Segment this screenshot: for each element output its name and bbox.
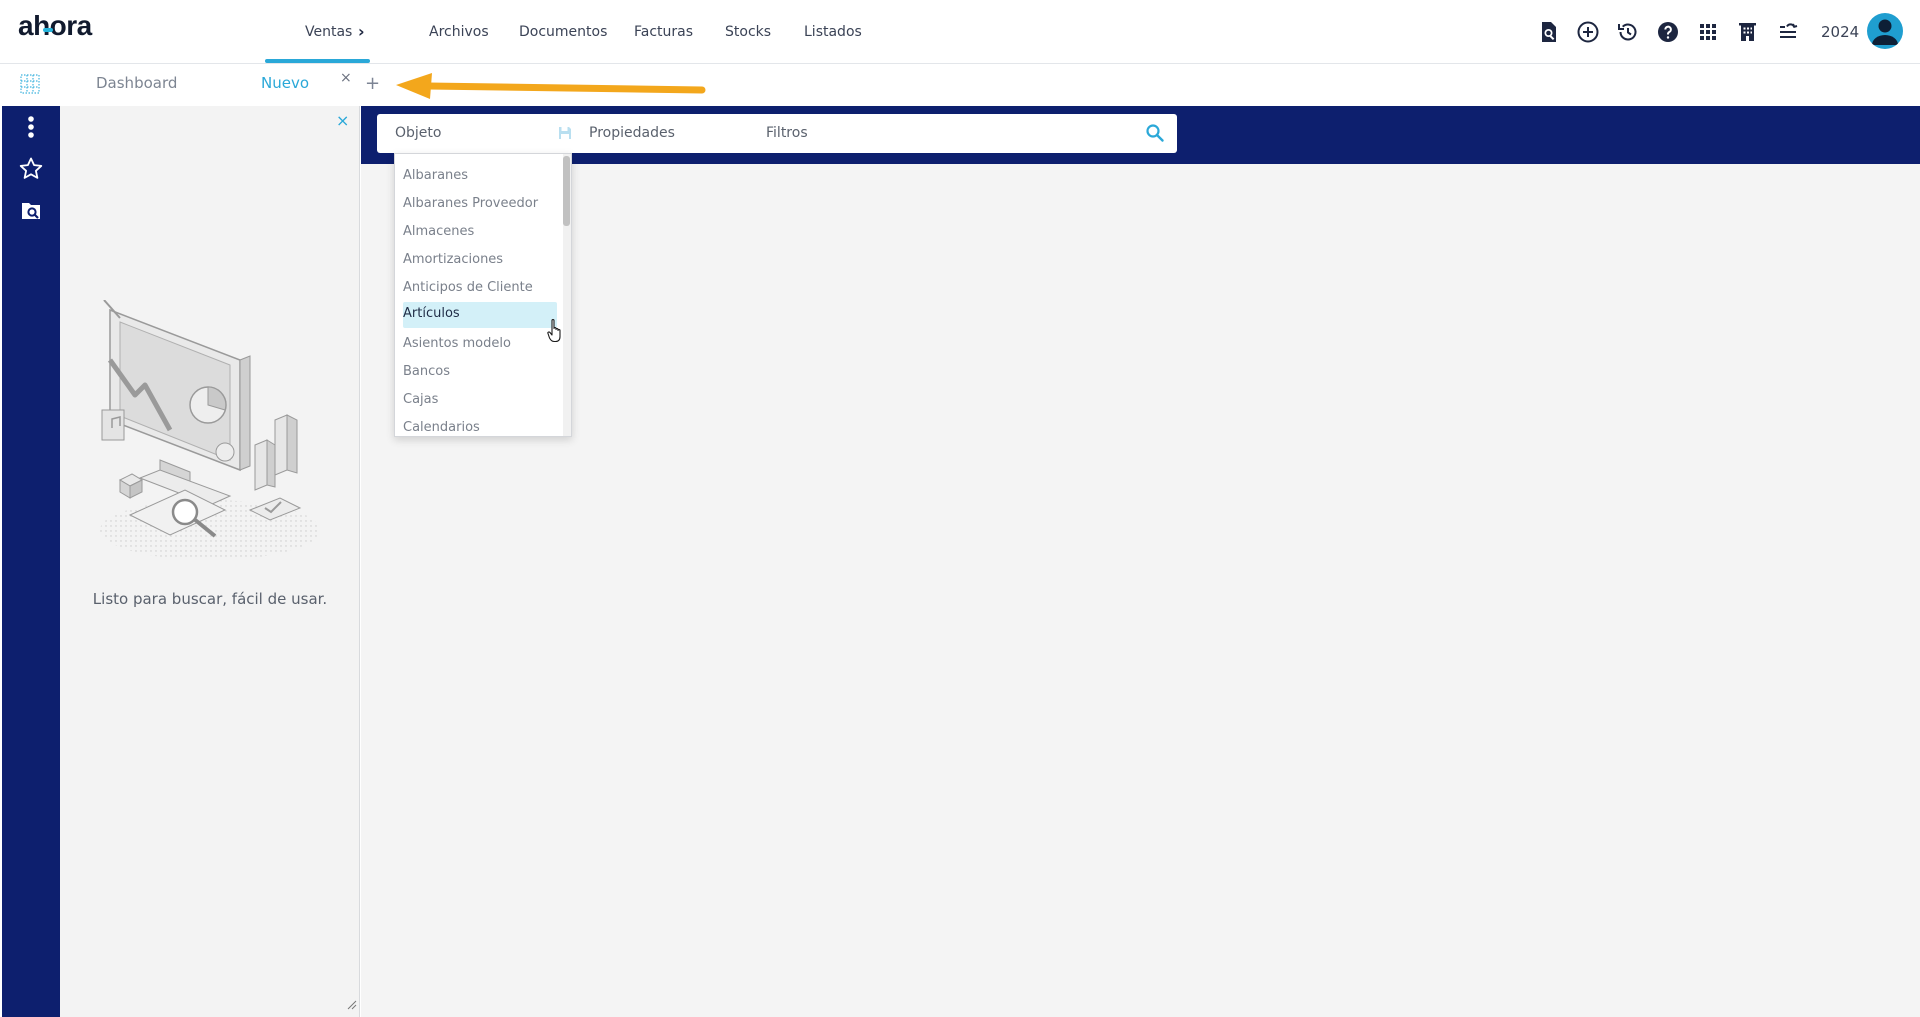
apps-grid-icon[interactable] xyxy=(1696,20,1720,44)
object-field[interactable]: Objeto xyxy=(395,125,441,141)
resize-handle-icon[interactable] xyxy=(347,1000,357,1010)
logo-accent xyxy=(43,28,53,32)
tasks-list-icon[interactable] xyxy=(1776,20,1800,44)
app-logo[interactable]: ahora xyxy=(18,10,92,42)
user-avatar-icon[interactable] xyxy=(1867,13,1903,49)
nav-documentos[interactable]: Documentos xyxy=(519,24,607,40)
close-tab-icon[interactable]: × xyxy=(340,70,352,86)
nav-facturas[interactable]: Facturas xyxy=(634,24,693,40)
top-bar: ahora Ventas › Archivos Documentos Factu… xyxy=(0,0,1920,64)
dashboard-illustration-icon xyxy=(100,300,320,560)
object-dropdown[interactable]: Albaranes Albaranes Proveedor Almacenes … xyxy=(394,153,572,437)
dropdown-option[interactable]: Calendarios xyxy=(403,416,557,436)
dropdown-option[interactable]: Bancos xyxy=(403,360,557,386)
dropdown-option[interactable]: Albaranes xyxy=(403,164,557,190)
star-icon[interactable] xyxy=(18,156,44,182)
dropdown-option[interactable]: Amortizaciones xyxy=(403,248,557,274)
nav-ventas[interactable]: Ventas xyxy=(305,24,352,40)
add-tab-icon[interactable]: + xyxy=(365,73,380,94)
dropdown-option[interactable]: Cajas xyxy=(403,388,557,414)
nav-stocks[interactable]: Stocks xyxy=(725,24,771,40)
search-folder-icon[interactable] xyxy=(18,198,44,224)
properties-field[interactable]: Propiedades xyxy=(589,125,675,141)
annotation-arrow-icon xyxy=(396,73,706,99)
more-vertical-icon[interactable] xyxy=(18,114,44,140)
nav-listados[interactable]: Listados xyxy=(804,24,862,40)
main-content xyxy=(361,106,1920,1017)
fiscal-year[interactable]: 2024 xyxy=(1821,23,1859,41)
dashboard-grid-icon[interactable] xyxy=(20,74,40,94)
add-circle-icon[interactable] xyxy=(1576,20,1600,44)
search-icon[interactable] xyxy=(1145,123,1165,143)
nav-archivos[interactable]: Archivos xyxy=(429,24,489,40)
save-icon[interactable] xyxy=(557,125,573,141)
panel-empty-message: Listo para buscar, fácil de usar. xyxy=(92,590,328,608)
hand-cursor-icon xyxy=(547,319,561,343)
dropdown-option[interactable]: Albaranes Proveedor xyxy=(403,192,557,218)
tab-nuevo[interactable]: Nuevo xyxy=(261,74,309,92)
dropdown-option[interactable]: Asientos modelo xyxy=(403,332,557,358)
dropdown-option[interactable]: Anticipos de Cliente xyxy=(403,276,557,302)
search-bar: Objeto Propiedades Filtros xyxy=(377,114,1177,153)
help-icon[interactable] xyxy=(1656,20,1680,44)
nav-active-indicator xyxy=(265,59,370,63)
dropdown-option[interactable]: Almacenes xyxy=(403,220,557,246)
building-icon[interactable] xyxy=(1736,20,1760,44)
app-window: ahora Ventas › Archivos Documentos Factu… xyxy=(0,0,1920,1017)
chevron-right-icon[interactable]: › xyxy=(358,22,365,41)
left-rail xyxy=(2,106,60,1017)
close-panel-icon[interactable]: × xyxy=(336,111,349,130)
history-icon[interactable] xyxy=(1616,20,1640,44)
search-document-icon[interactable] xyxy=(1536,20,1560,44)
filters-field[interactable]: Filtros xyxy=(766,125,808,141)
dropdown-option-selected[interactable]: Artículos xyxy=(403,302,557,328)
tab-dashboard[interactable]: Dashboard xyxy=(96,74,177,92)
dropdown-scroll-thumb[interactable] xyxy=(563,156,570,226)
